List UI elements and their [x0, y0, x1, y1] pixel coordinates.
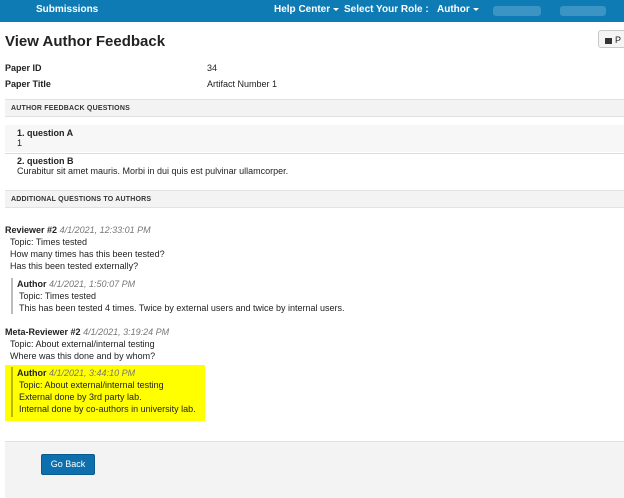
go-back-button[interactable]: Go Back [41, 454, 95, 475]
comment-line: Where was this done and by whom? [10, 351, 156, 361]
footer-bar [5, 441, 624, 498]
reply-header: Author 4/1/2021, 3:44:10 PM [17, 368, 135, 378]
comment-line: Has this been tested externally? [10, 261, 139, 271]
paper-id-value: 34 [207, 63, 218, 73]
question-title: 1. question A [17, 128, 74, 138]
top-navbar: Submissions Help Center Select Your Role… [0, 0, 624, 22]
print-button[interactable]: P [598, 30, 624, 48]
question-answer: Curabitur sit amet mauris. Morbi in dui … [17, 166, 289, 176]
chevron-down-icon [333, 7, 340, 11]
role-value: Author [437, 4, 470, 15]
comment-author: Meta-Reviewer #2 [5, 327, 81, 337]
feedback-section-heading: AUTHOR FEEDBACK QUESTIONS [5, 99, 624, 117]
nav-help-center[interactable]: Help Center [274, 4, 340, 15]
comment-header: Meta-Reviewer #2 4/1/2021, 3:19:24 PM [5, 327, 169, 337]
additional-section-heading: ADDITIONAL QUESTIONS TO AUTHORS [5, 190, 624, 208]
comment-line: How many times has this been tested? [10, 249, 165, 259]
comment-author: Reviewer #2 [5, 225, 58, 235]
page-title: View Author Feedback [5, 33, 166, 50]
comment-timestamp: 4/1/2021, 3:19:24 PM [83, 327, 170, 337]
question-title: 2. question B [17, 156, 74, 166]
comment-timestamp: 4/1/2021, 12:33:01 PM [59, 225, 151, 235]
reply-line: Topic: About external/internal testing [19, 380, 164, 390]
print-label: P [615, 35, 622, 45]
question-answer: 1 [17, 138, 23, 148]
reply-indent-bar [11, 367, 13, 417]
nav-item-redacted[interactable] [493, 6, 541, 16]
help-center-label: Help Center [274, 4, 331, 15]
role-label: Select Your Role : [344, 4, 429, 15]
reply-timestamp: 4/1/2021, 3:44:10 PM [49, 368, 136, 378]
reply-line: This has been tested 4 times. Twice by e… [19, 303, 345, 313]
paper-title-value: Artifact Number 1 [207, 79, 278, 89]
role-dropdown[interactable]: Author [437, 4, 479, 15]
nav-item-redacted[interactable] [560, 6, 606, 16]
nav-submissions[interactable]: Submissions [36, 4, 98, 15]
comment-line: Topic: About external/internal testing [10, 339, 155, 349]
reply-line: Topic: Times tested [19, 291, 97, 301]
reply-author: Author [17, 279, 47, 289]
reply-line: Internal done by co-authors in universit… [19, 404, 196, 414]
reply-timestamp: 4/1/2021, 1:50:07 PM [49, 279, 136, 289]
comment-header: Reviewer #2 4/1/2021, 12:33:01 PM [5, 225, 151, 235]
reply-indent-bar [11, 278, 13, 314]
comment-line: Topic: Times tested [10, 237, 88, 247]
feedback-question: 2. question B Curabitur sit amet mauris.… [5, 154, 624, 182]
chevron-down-icon [472, 7, 479, 11]
paper-title-label: Paper Title [5, 79, 51, 89]
reply-header: Author 4/1/2021, 1:50:07 PM [17, 279, 135, 289]
reply-line: External done by 3rd party lab. [19, 392, 142, 402]
reply-author: Author [17, 368, 47, 378]
paper-id-label: Paper ID [5, 63, 42, 73]
feedback-question: 1. question A 1 [5, 125, 624, 152]
printer-icon [605, 37, 612, 44]
